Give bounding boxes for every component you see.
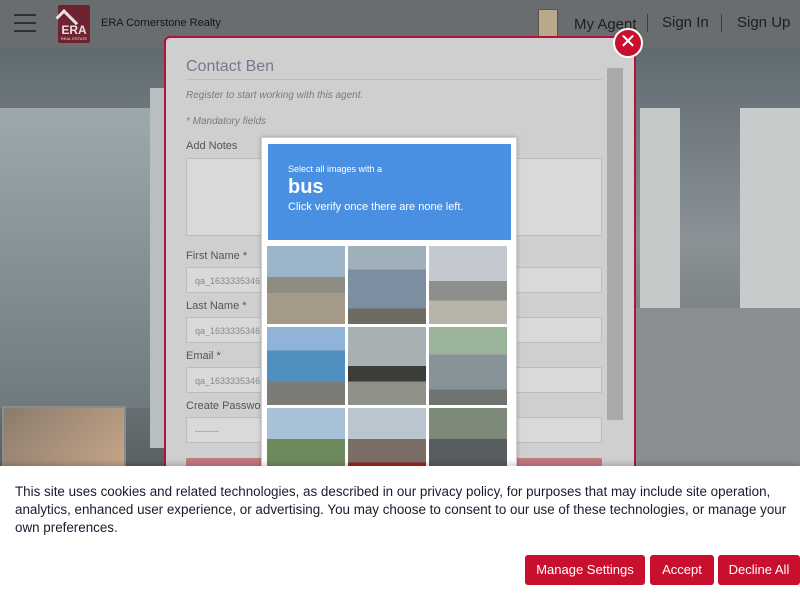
captcha-instruction: Select all images with a <box>288 164 383 174</box>
cookie-banner: This site uses cookies and related techn… <box>0 466 800 600</box>
modal-title: Contact Ben <box>186 58 275 75</box>
agent-avatar[interactable] <box>538 9 558 37</box>
captcha-tile-bus[interactable] <box>267 327 345 405</box>
captcha-tile-highway[interactable] <box>429 246 507 324</box>
decline-all-button[interactable]: Decline All <box>718 555 800 585</box>
captcha-tile-road[interactable] <box>267 246 345 324</box>
last-name-label: Last Name * <box>186 300 247 312</box>
hamburger-menu-icon[interactable] <box>14 14 36 32</box>
captcha-tile-traffic-light[interactable] <box>348 327 426 405</box>
email-label: Email * <box>186 350 221 362</box>
mandatory-note: * Mandatory fields <box>186 116 267 127</box>
notes-label: Add Notes <box>186 140 238 152</box>
scrollbar-thumb[interactable] <box>607 68 623 420</box>
sign-up-link[interactable]: Sign Up <box>737 14 790 31</box>
accept-button[interactable]: Accept <box>650 555 714 585</box>
captcha-tile-bus[interactable] <box>348 246 426 324</box>
window-left <box>0 108 150 408</box>
nav-divider <box>647 14 648 32</box>
captcha-grid <box>267 246 513 486</box>
modal-scrollbar[interactable] <box>605 66 625 464</box>
title-divider <box>186 79 602 80</box>
brand-name: ERA Cornerstone Realty <box>101 17 221 29</box>
first-name-label: First Name * <box>186 250 248 262</box>
sign-in-link[interactable]: Sign In <box>662 14 709 31</box>
captcha-target: bus <box>288 176 324 198</box>
era-logo[interactable]: ERA REAL ESTATE <box>55 5 90 43</box>
captcha-header: Select all images with a bus Click verif… <box>268 144 511 240</box>
captcha-challenge: Select all images with a bus Click verif… <box>261 137 517 486</box>
close-icon[interactable]: ✕ <box>613 28 643 58</box>
manage-settings-button[interactable]: Manage Settings <box>525 555 645 585</box>
password-label: Create Password <box>186 400 271 412</box>
nav-divider <box>721 14 722 32</box>
captcha-hint: Click verify once there are none left. <box>288 201 464 213</box>
logo-subtext: REAL ESTATE <box>60 36 88 41</box>
captcha-tile-car[interactable] <box>429 327 507 405</box>
cookie-text: This site uses cookies and related techn… <box>15 484 787 535</box>
modal-subtitle: Register to start working with this agen… <box>186 90 364 101</box>
